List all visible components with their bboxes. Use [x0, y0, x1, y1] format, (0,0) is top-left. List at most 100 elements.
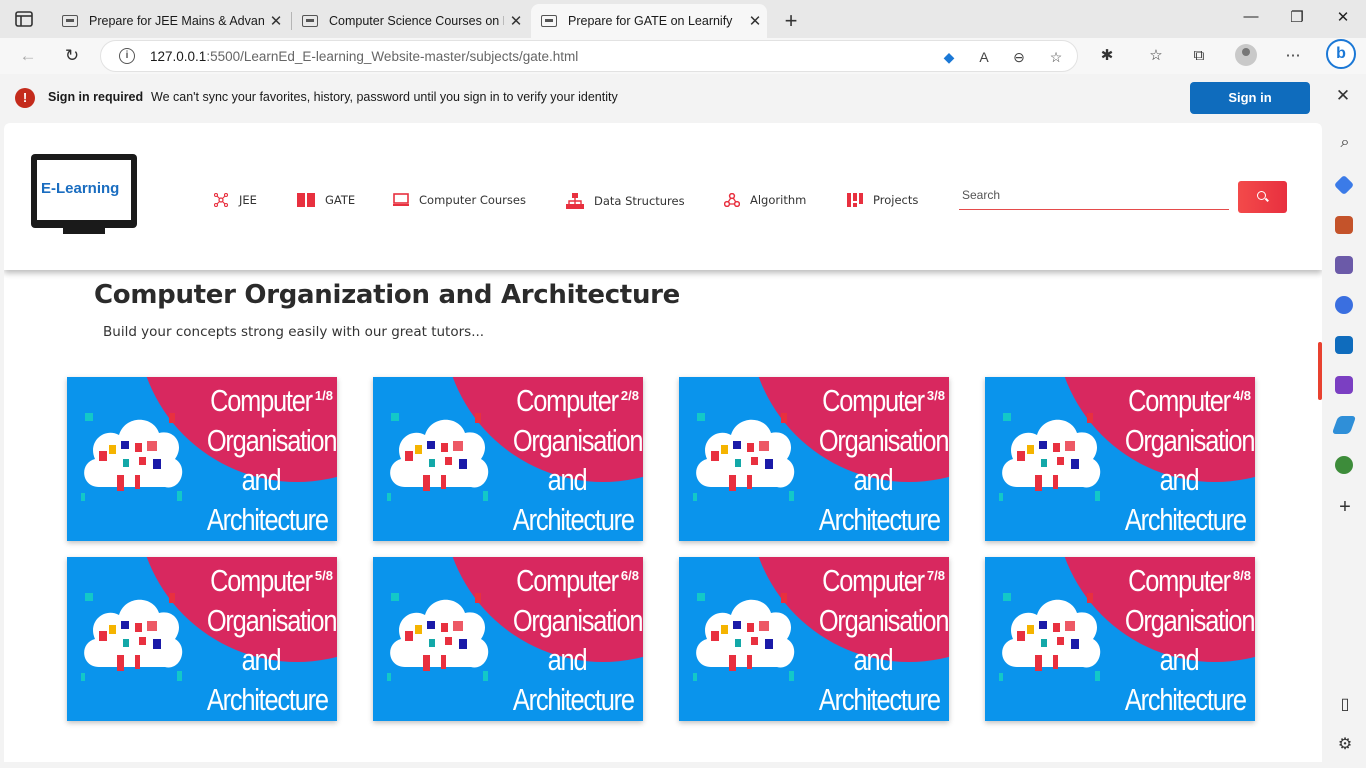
laptop-icon	[393, 193, 409, 206]
course-card[interactable]: Computer Organisation and Architecture 3/8	[679, 377, 949, 541]
tab-close-icon[interactable]: ✕	[264, 12, 288, 30]
sidebar-copilot-icon[interactable]	[1335, 296, 1353, 314]
card-title-line: and	[853, 462, 894, 497]
sidebar-outlook-icon[interactable]	[1335, 336, 1353, 354]
site-info-icon[interactable]: i	[119, 48, 135, 64]
tab-close-icon[interactable]: ✕	[504, 12, 528, 30]
card-title: Computer Organisation and Architecture	[513, 561, 643, 719]
card-title-line: Organisation	[1124, 602, 1255, 638]
refresh-icon[interactable]: ↻	[60, 44, 84, 68]
sidebar-games-icon[interactable]	[1335, 256, 1353, 274]
sidebar-search-icon[interactable]: ⌕	[1335, 134, 1355, 152]
address-url[interactable]: 127.0.0.1:5500/LearnEd_E-learning_Websit…	[150, 49, 578, 64]
copilot-icon[interactable]: b	[1326, 39, 1356, 69]
course-card[interactable]: Computer Organisation and Architecture 2/8	[373, 377, 643, 541]
card-title-line: Computer	[516, 563, 619, 598]
url-path: :5500/LearnEd_E-learning_Website-master/…	[206, 49, 579, 64]
nav-data-structures[interactable]: Data Structures	[566, 193, 685, 209]
nav-projects[interactable]: Projects	[847, 193, 918, 207]
search-input[interactable]: Search	[959, 182, 1229, 210]
card-title-line: Architecture	[512, 501, 635, 537]
add-favorite-icon[interactable]: ☆	[1046, 47, 1066, 67]
computer-cloud-illustration	[689, 401, 799, 505]
card-title-line: Organisation	[512, 422, 643, 458]
card-index-badge: 7/8	[926, 568, 945, 583]
page-viewport: E-Learning JEE GATE Computer Courses Dat…	[4, 123, 1322, 762]
search-button[interactable]	[1238, 181, 1287, 213]
course-card[interactable]: Computer Organisation and Architecture 6/8	[373, 557, 643, 721]
sidebar-layout-icon[interactable]: ▯	[1335, 694, 1355, 714]
nav-gate[interactable]: GATE	[297, 193, 355, 207]
computer-cloud-illustration	[995, 401, 1105, 505]
nav-label: Algorithm	[750, 193, 807, 207]
url-host: 127.0.0.1	[150, 49, 207, 64]
card-title-line: and	[241, 462, 282, 497]
coupon-tag-icon[interactable]: ◆	[939, 47, 959, 67]
page-scrollbar[interactable]	[1318, 342, 1322, 400]
nav-jee[interactable]: JEE	[213, 193, 257, 207]
card-title-line: and	[547, 462, 588, 497]
computer-cloud-illustration	[77, 581, 187, 685]
close-window-button[interactable]: ✕	[1331, 8, 1355, 26]
nav-algorithm[interactable]: Algorithm	[724, 193, 806, 207]
browser-tab-bar: Prepare for JEE Mains & Advanced ✕ Compu…	[0, 0, 1366, 38]
card-index-badge: 5/8	[314, 568, 333, 583]
card-title-line: Computer	[822, 563, 925, 598]
favorites-icon[interactable]: ☆	[1145, 45, 1167, 67]
sync-banner: ! Sign in required We can't sync your fa…	[0, 80, 1366, 116]
course-card[interactable]: Computer Organisation and Architecture 5/8	[67, 557, 337, 721]
card-title-line: and	[853, 642, 894, 677]
logo-text: E-Learning	[41, 180, 120, 197]
sidebar-add-icon[interactable]: +	[1335, 496, 1355, 519]
nav-label: Data Structures	[594, 194, 685, 208]
card-title-line: Computer	[1128, 563, 1231, 598]
card-title-line: and	[241, 642, 282, 677]
nav-label: Computer Courses	[419, 193, 526, 207]
more-menu-icon[interactable]: ⋯	[1282, 45, 1304, 67]
profile-avatar[interactable]	[1235, 44, 1257, 66]
course-card[interactable]: Computer Organisation and Architecture 8/8	[985, 557, 1255, 721]
restore-button[interactable]: ❐	[1285, 8, 1309, 26]
sidebar-tree-icon[interactable]	[1335, 456, 1353, 474]
extensions-icon[interactable]: ✱	[1096, 45, 1118, 67]
sidebar-settings-icon[interactable]: ⚙	[1335, 734, 1355, 754]
cog-network-icon	[724, 193, 740, 207]
zoom-out-icon[interactable]: ⊖	[1009, 47, 1029, 67]
tab-jee[interactable]: Prepare for JEE Mains & Advanced ✕	[52, 4, 288, 38]
read-aloud-icon[interactable]: A	[974, 47, 994, 67]
address-bar[interactable]: i 127.0.0.1:5500/LearnEd_E-learning_Webs…	[100, 40, 1078, 72]
card-title-line: Organisation	[818, 422, 949, 458]
course-card[interactable]: Computer Organisation and Architecture 1/8	[67, 377, 337, 541]
sign-in-button[interactable]: Sign in	[1190, 82, 1310, 114]
card-title-line: Computer	[1128, 383, 1231, 418]
banner-title: Sign in required	[48, 90, 144, 104]
card-title-line: Computer	[210, 383, 313, 418]
tab-actions-icon[interactable]	[14, 10, 34, 28]
sidebar-designer-icon[interactable]	[1335, 376, 1353, 394]
tab-close-icon[interactable]: ✕	[743, 12, 767, 30]
course-card[interactable]: Computer Organisation and Architecture 7/8	[679, 557, 949, 721]
card-title: Computer Organisation and Architecture	[818, 561, 949, 719]
tab-computer-science[interactable]: Computer Science Courses on Learnify ✕	[292, 4, 528, 38]
new-tab-button[interactable]: +	[779, 8, 803, 34]
minimize-button[interactable]: —	[1239, 8, 1263, 25]
card-title-line: Architecture	[206, 501, 329, 537]
close-banner-icon[interactable]: ✕	[1332, 86, 1354, 106]
site-logo[interactable]: E-Learning	[31, 154, 137, 236]
card-title-line: Computer	[210, 563, 313, 598]
sidebar-shopping-icon[interactable]	[1333, 174, 1355, 196]
card-title-line: Computer	[516, 383, 619, 418]
course-card[interactable]: Computer Organisation and Architecture 4/8	[985, 377, 1255, 541]
back-arrow-icon[interactable]: ←	[16, 44, 40, 68]
sitemap-icon	[566, 193, 584, 209]
nav-computer-courses[interactable]: Computer Courses	[393, 193, 526, 207]
sidebar-tools-icon[interactable]	[1335, 216, 1353, 234]
sidebar-send-icon[interactable]	[1331, 416, 1357, 434]
tab-gate[interactable]: Prepare for GATE on Learnify ✕	[531, 4, 767, 38]
book-icon	[297, 193, 315, 207]
browser-toolbar: ← ↻ i 127.0.0.1:5500/LearnEd_E-learning_…	[0, 38, 1366, 74]
card-title-line: Organisation	[1124, 422, 1255, 458]
collections-icon[interactable]: ⧉	[1188, 45, 1210, 67]
nav-label: Projects	[873, 193, 919, 207]
card-title-line: Organisation	[818, 602, 949, 638]
